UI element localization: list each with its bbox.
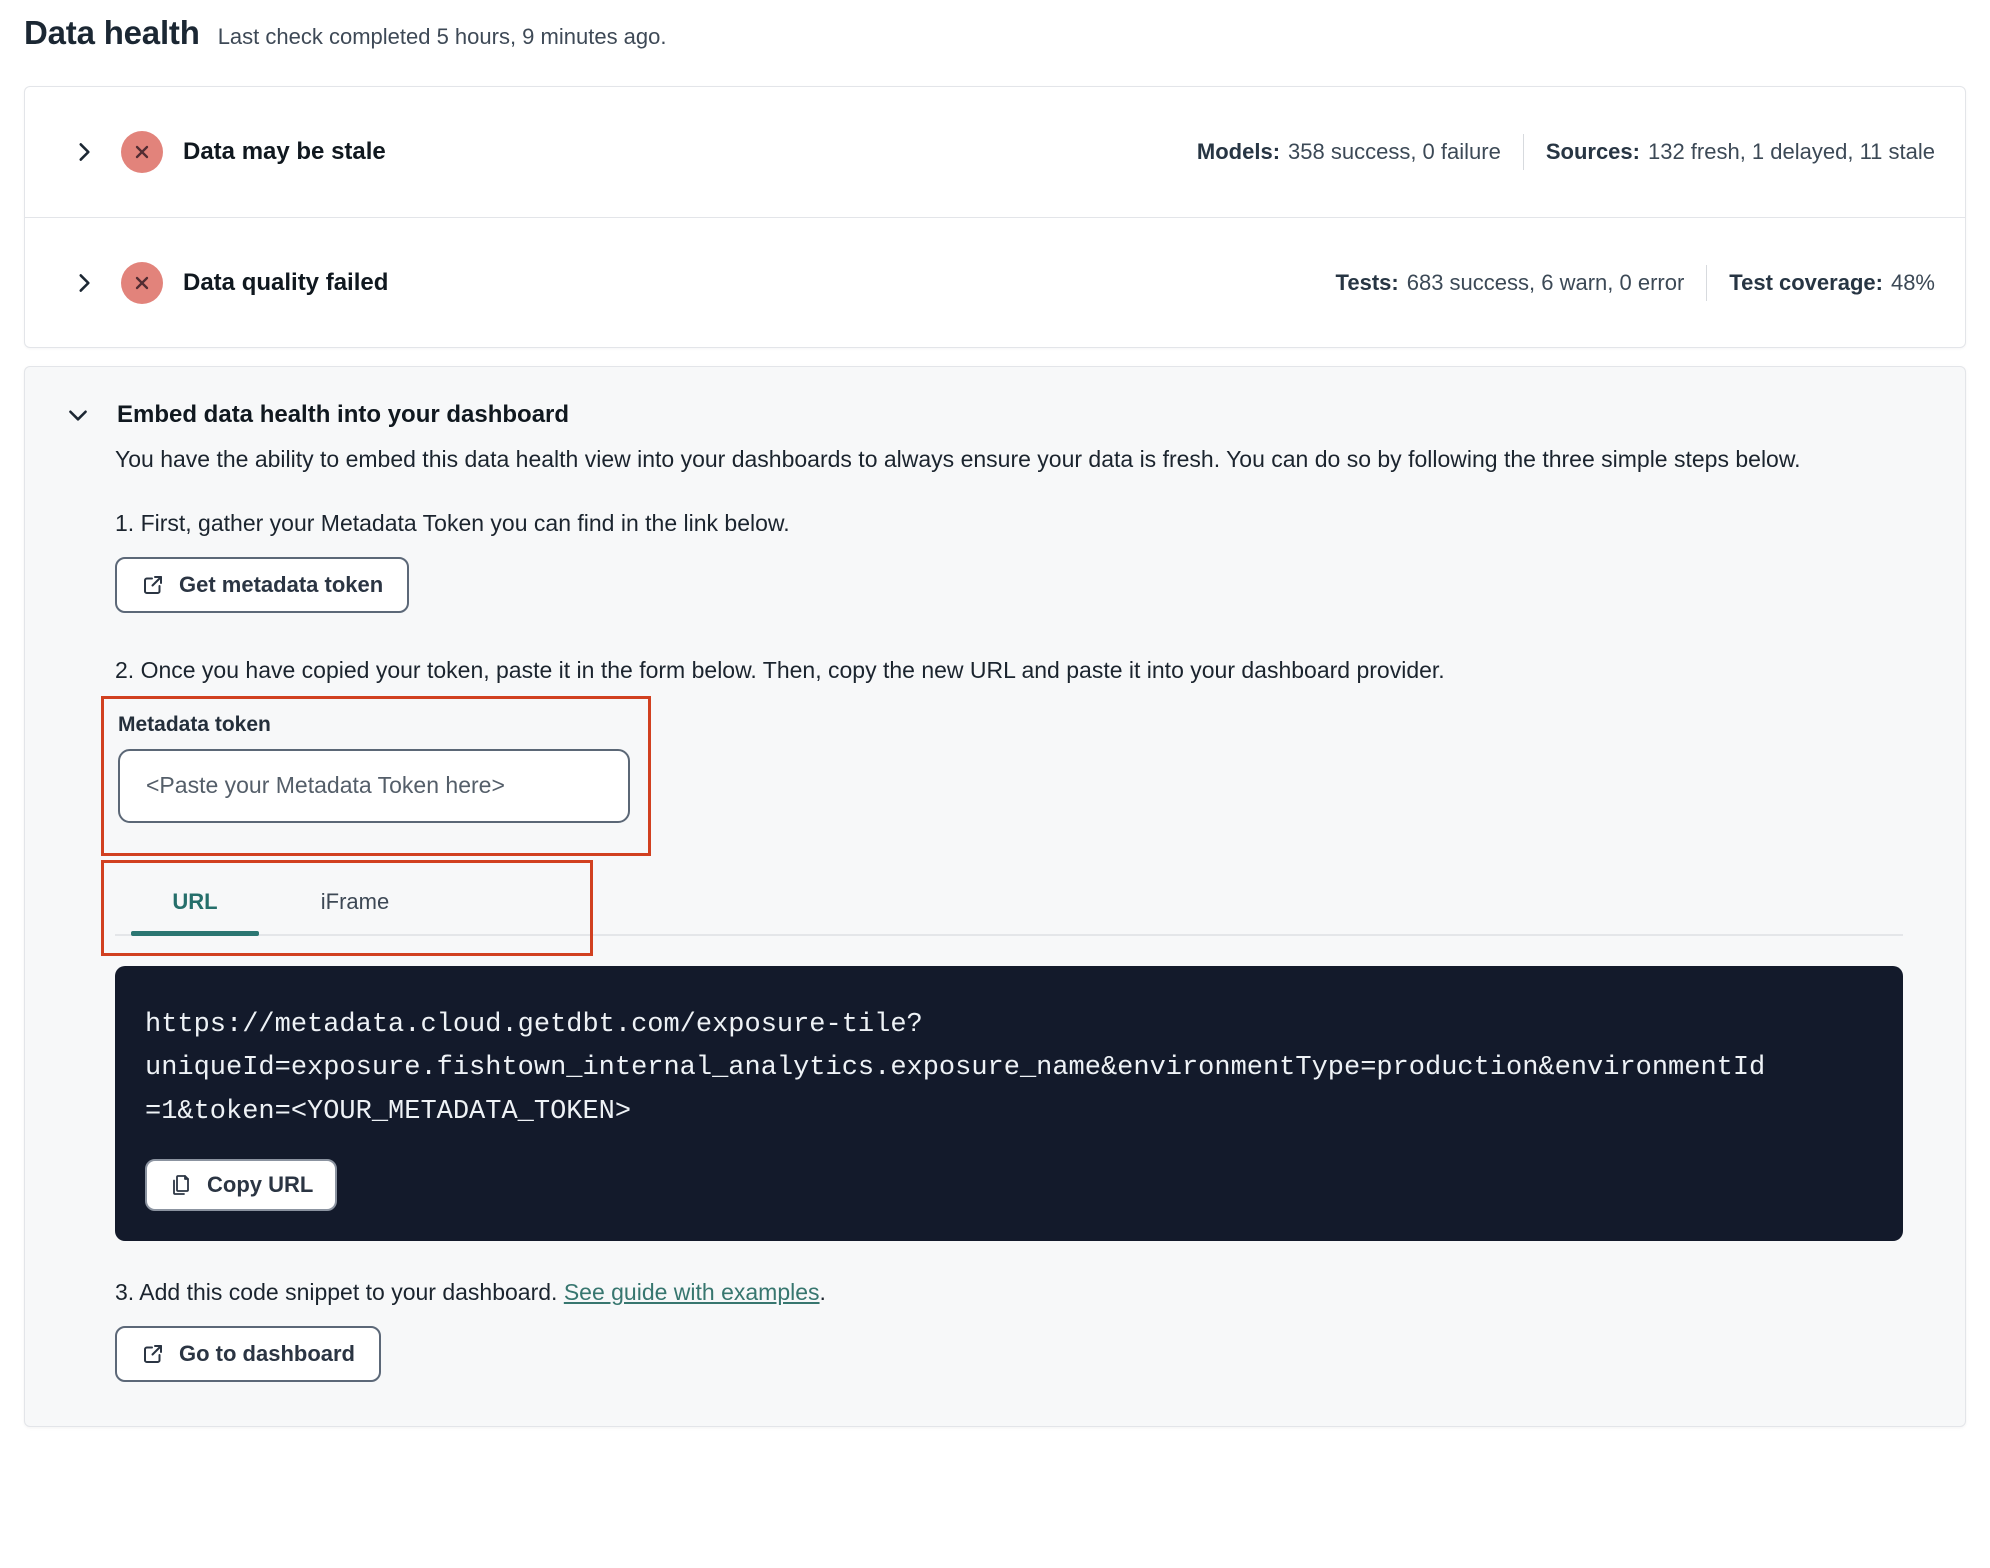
get-metadata-token-label: Get metadata token	[179, 571, 384, 597]
models-stat-label: Models:	[1196, 139, 1281, 164]
tests-stat: Tests: 683 success, 6 warn, 0 error	[1336, 270, 1685, 296]
output-format-tabs: URL iFrame	[101, 859, 1903, 956]
data-health-page: Data health Last check completed 5 hours…	[0, 0, 1990, 1455]
step-1-text: 1. First, gather your Metadata Token you…	[115, 509, 790, 536]
page-header: Data health Last check completed 5 hours…	[24, 14, 1966, 52]
guide-link[interactable]: See guide with examples	[564, 1279, 820, 1305]
get-metadata-token-button[interactable]: Get metadata token	[115, 556, 410, 613]
status-row-stats: Models: 358 success, 0 failure Sources: 13…	[1197, 134, 1935, 170]
chevron-down-icon[interactable]	[65, 402, 91, 428]
step-2-text: 2. Once you have copied your token, past…	[115, 656, 1445, 683]
step-3-suffix: .	[819, 1278, 826, 1305]
x-circle-icon	[121, 261, 163, 304]
status-row-title: Data quality failed	[183, 268, 389, 296]
status-row-stale-left: Data may be stale	[71, 131, 386, 173]
step-3-text: 3. Add this code snippet to your dashboa…	[115, 1279, 1903, 1306]
external-link-icon	[144, 575, 162, 594]
x-circle-icon	[121, 131, 163, 173]
page-title: Data health	[24, 14, 200, 51]
tests-stat-value: 683 success, 6 warn, 0 error	[1406, 269, 1685, 295]
embed-description: You have the ability to embed this data …	[115, 446, 1801, 472]
embed-url-line: uniqueId=exposure.fishtown_internal_anal…	[145, 1053, 1766, 1084]
embed-url-line: https://metadata.cloud.getdbt.com/exposu…	[145, 1009, 923, 1040]
embed-url-code-block: https://metadata.cloud.getdbt.com/exposu…	[115, 965, 1903, 1241]
coverage-stat: Test coverage: 48%	[1729, 270, 1935, 296]
metadata-token-label: Metadata token	[118, 712, 271, 736]
embed-panel-title: Embed data health into your dashboard	[117, 401, 570, 428]
tabs-row: URL iFrame	[115, 870, 1903, 936]
go-to-dashboard-label: Go to dashboard	[179, 1340, 355, 1366]
embed-panel-header[interactable]: Embed data health into your dashboard	[25, 367, 1965, 429]
chevron-right-icon[interactable]	[71, 139, 97, 165]
tests-stat-label: Tests:	[1335, 269, 1399, 295]
annotation-box-token: Metadata token	[101, 695, 651, 856]
sources-stat-value: 132 fresh, 1 delayed, 11 stale	[1647, 139, 1935, 164]
tab-iframe[interactable]: iFrame	[275, 870, 435, 934]
status-row-stale[interactable]: Data may be stale Models: 358 success, 0 …	[25, 87, 1965, 217]
copy-url-button[interactable]: Copy URL	[145, 1158, 338, 1211]
tab-url-label: URL	[172, 888, 218, 914]
coverage-stat-value: 48%	[1890, 269, 1935, 295]
embed-panel: Embed data health into your dashboard Yo…	[24, 366, 1966, 1427]
status-row-quality-left: Data quality failed	[71, 261, 389, 304]
go-to-dashboard-button[interactable]: Go to dashboard	[115, 1325, 381, 1382]
models-stat-value: 358 success, 0 failure	[1288, 139, 1501, 164]
embed-url-line: =1&token=<YOUR_METADATA_TOKEN>	[145, 1097, 632, 1128]
status-row-quality[interactable]: Data quality failed Tests: 683 success, 6…	[25, 217, 1965, 347]
last-check-status: Last check completed 5 hours, 9 minutes …	[217, 24, 667, 49]
status-row-title: Data may be stale	[183, 138, 386, 165]
status-row-stats: Tests: 683 success, 6 warn, 0 error Test …	[1336, 264, 1935, 301]
stat-divider	[1706, 264, 1708, 301]
chevron-right-icon[interactable]	[71, 270, 97, 296]
sources-stat-label: Sources:	[1545, 139, 1640, 164]
tab-url[interactable]: URL	[115, 870, 275, 936]
embed-panel-content: You have the ability to embed this data …	[25, 443, 1965, 1426]
tab-iframe-label: iFrame	[320, 888, 390, 914]
copy-icon	[173, 1174, 189, 1195]
models-stat: Models: 358 success, 0 failure	[1197, 139, 1501, 165]
coverage-stat-label: Test coverage:	[1729, 269, 1883, 295]
step-3-prefix: 3. Add this code snippet to your dashboa…	[115, 1278, 564, 1305]
metadata-token-input[interactable]	[118, 748, 630, 823]
sources-stat: Sources: 132 fresh, 1 delayed, 11 stale	[1546, 139, 1935, 165]
external-link-icon	[144, 1344, 162, 1363]
stat-divider	[1522, 134, 1524, 170]
copy-url-label: Copy URL	[207, 1171, 314, 1197]
status-cards: Data may be stale Models: 358 success, 0 …	[24, 86, 1966, 348]
